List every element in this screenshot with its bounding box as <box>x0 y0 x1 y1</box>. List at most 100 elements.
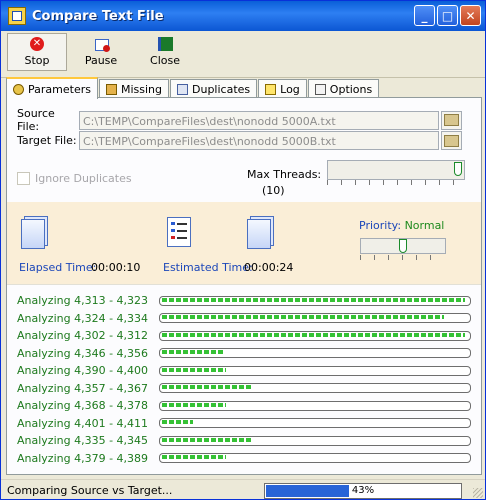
analyzing-row: Analyzing 4,357 - 4,367 <box>17 382 471 395</box>
analyzing-row: Analyzing 4,335 - 4,345 <box>17 434 471 447</box>
divider <box>7 284 481 285</box>
maximize-button[interactable]: □ <box>437 5 458 26</box>
analyzing-row: Analyzing 4,346 - 4,356 <box>17 347 471 360</box>
elapsed-doc-icon <box>21 219 45 249</box>
tab-parameters[interactable]: Parameters <box>6 77 98 99</box>
estimated-time-label: Estimated Time: <box>163 261 253 274</box>
priority-display: Priority: Normal <box>359 219 444 232</box>
source-browse-button[interactable] <box>441 110 462 130</box>
analyzing-progress-fill <box>162 315 444 319</box>
analyzing-progress-bar <box>159 348 471 358</box>
slider-thumb[interactable] <box>454 162 462 176</box>
log-icon <box>265 83 277 95</box>
analyzing-progress-bar <box>159 435 471 446</box>
analyzing-row: Analyzing 4,302 - 4,312 <box>17 329 471 342</box>
overall-progress-bar: 43% <box>264 483 462 499</box>
analyzing-progress-fill <box>162 297 465 302</box>
max-threads-slider[interactable] <box>327 160 465 180</box>
stop-icon: ✕ <box>30 37 44 51</box>
analyzing-progress-fill <box>162 455 226 459</box>
analyzing-label: Analyzing 4,379 - 4,389 <box>17 451 149 465</box>
window-controls: _ □ ✕ <box>414 5 481 26</box>
elapsed-time-value: 00:00:10 <box>91 261 141 274</box>
max-threads-label: Max Threads: <box>247 168 322 181</box>
pause-label: Pause <box>84 54 118 67</box>
analyzing-label: Analyzing 4,302 - 4,312 <box>17 329 149 342</box>
analyzing-label: Analyzing 4,357 - 4,367 <box>17 381 149 395</box>
analyzing-row: Analyzing 4,368 - 4,378 <box>17 399 471 412</box>
analyzing-label: Analyzing 4,346 - 4,356 <box>17 346 149 360</box>
analyzing-progress-fill <box>162 437 251 442</box>
tab-label: Missing <box>120 82 162 96</box>
tab-log[interactable]: Log <box>258 79 307 98</box>
estimated-doc-icon <box>247 219 271 249</box>
tab-strip: Parameters Missing Duplicates Log Option… <box>6 77 380 99</box>
analyzing-row: Analyzing 4,379 - 4,389 <box>17 452 471 465</box>
tab-missing[interactable]: Missing <box>98 79 169 98</box>
options-icon <box>314 83 326 95</box>
close-button[interactable]: Close <box>135 33 195 71</box>
analyzing-label: Analyzing 4,335 - 4,345 <box>17 434 149 447</box>
pause-button[interactable]: Pause <box>71 33 131 71</box>
analyzing-row: Analyzing 4,390 - 4,400 <box>17 364 471 377</box>
analyzing-label: Analyzing 4,313 - 4,323 <box>17 294 149 307</box>
analyzing-progress-bar <box>159 365 471 376</box>
minimize-button[interactable]: _ <box>414 5 435 26</box>
main-window: Compare Text File _ □ ✕ ✕ Stop Pause Clo… <box>0 0 486 500</box>
app-icon <box>8 7 26 25</box>
tab-label: Duplicates <box>192 82 251 96</box>
elapsed-time-label: Elapsed Time: <box>19 261 97 274</box>
analyzing-label: Analyzing 4,401 - 4,411 <box>17 416 149 430</box>
tab-label: Parameters <box>28 82 91 96</box>
priority-slider[interactable] <box>360 238 446 254</box>
stop-label: Stop <box>24 54 50 67</box>
stop-button[interactable]: ✕ Stop <box>7 33 67 71</box>
status-text: Comparing Source vs Target... <box>7 483 173 497</box>
slider-ticks <box>360 255 444 260</box>
source-file-input[interactable]: C:\TEMP\CompareFiles\dest\nonodd 5000A.t… <box>79 110 439 130</box>
minimize-icon: _ <box>421 8 428 23</box>
analyzing-label: Analyzing 4,324 - 4,334 <box>17 311 149 325</box>
toolbar: ✕ Stop Pause Close <box>1 31 485 78</box>
max-threads-value: (10) <box>262 184 285 197</box>
window-title: Compare Text File <box>32 8 164 24</box>
tab-options[interactable]: Options <box>307 79 380 98</box>
analyzing-progress-bar <box>159 383 471 393</box>
overall-progress-percent: 43% <box>351 485 375 496</box>
analyzing-row: Analyzing 4,324 - 4,334 <box>17 312 471 325</box>
source-file-label: Source File: <box>17 107 55 133</box>
checkbox-box <box>17 172 30 185</box>
analyzing-row: Analyzing 4,401 - 4,411 <box>17 417 471 430</box>
title-bar[interactable]: Compare Text File _ □ ✕ <box>1 1 485 31</box>
slider-thumb[interactable] <box>399 239 407 253</box>
close-label: Close <box>150 54 180 67</box>
parameters-panel: Source File: C:\TEMP\CompareFiles\dest\n… <box>6 97 482 475</box>
estimated-time-value: 00:00:24 <box>244 261 294 274</box>
ignore-duplicates-label: Ignore Duplicates <box>35 172 132 185</box>
analyzing-label: Analyzing 4,368 - 4,378 <box>17 399 149 412</box>
analyzing-label: Analyzing 4,390 - 4,400 <box>17 364 149 377</box>
tab-duplicates[interactable]: Duplicates <box>170 79 258 98</box>
status-bar: Comparing Source vs Target... 43% <box>1 479 485 499</box>
analyzing-progress-bar <box>159 453 471 463</box>
analyzing-row: Analyzing 4,313 - 4,323 <box>17 294 471 307</box>
close-icon: ✕ <box>465 8 476 23</box>
tab-label: Log <box>280 82 300 96</box>
ignore-duplicates-checkbox[interactable]: Ignore Duplicates <box>17 172 132 185</box>
maximize-icon: □ <box>441 8 454 23</box>
analyzing-progress-fill <box>162 350 223 354</box>
target-file-input[interactable]: C:\TEMP\CompareFiles\dest\nonodd 5000B.t… <box>79 131 439 150</box>
analyzing-progress-bar <box>159 400 471 411</box>
pause-icon <box>94 37 110 52</box>
priority-label: Priority: <box>359 219 402 232</box>
analyzing-progress-bar <box>159 313 471 323</box>
duplicates-icon <box>177 83 188 95</box>
resize-grip[interactable] <box>473 488 483 498</box>
close-window-button[interactable]: ✕ <box>460 5 481 26</box>
analyzing-progress-fill <box>162 367 226 372</box>
missing-icon <box>105 83 117 95</box>
analyzing-progress-bar <box>159 330 471 341</box>
analyzing-progress-fill <box>162 402 226 407</box>
tab-label: Options <box>329 82 373 96</box>
target-browse-button[interactable] <box>441 131 462 150</box>
